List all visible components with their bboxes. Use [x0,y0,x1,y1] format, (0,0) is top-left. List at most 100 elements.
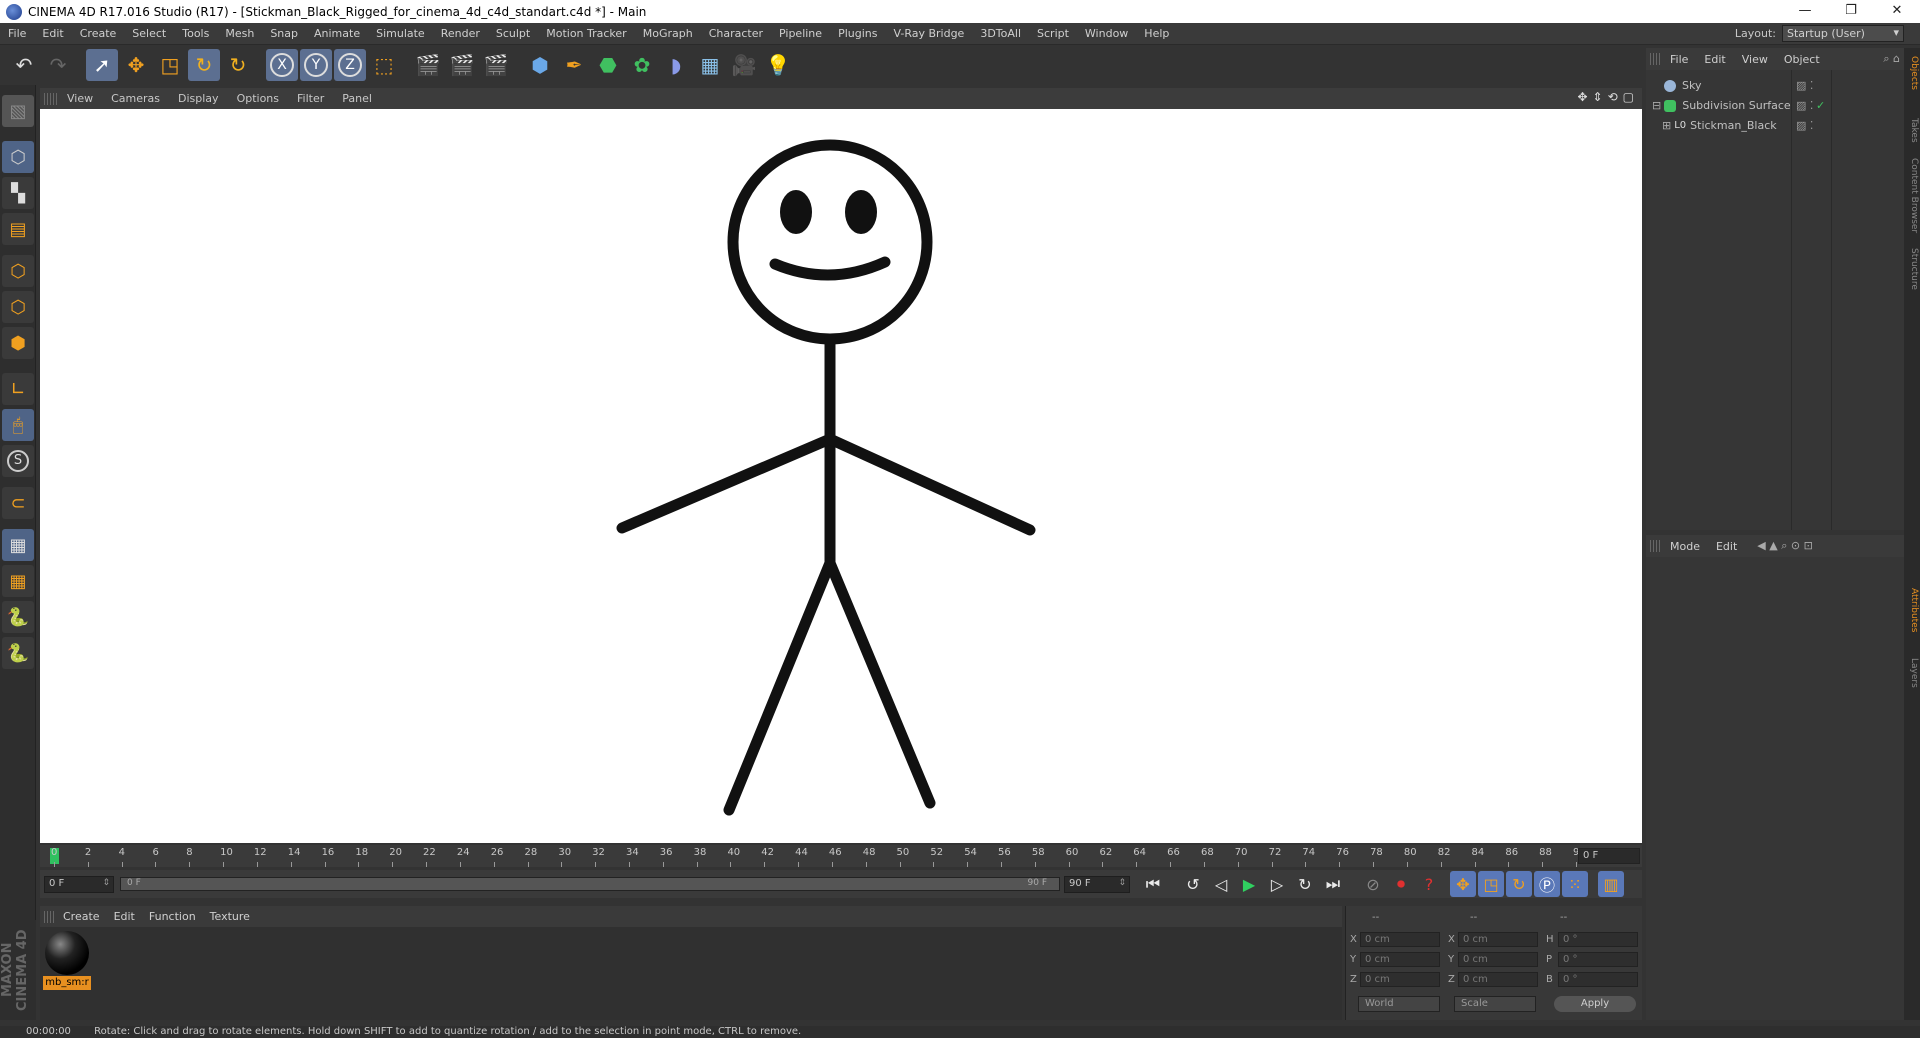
menu-create[interactable]: Create [72,27,125,40]
apply-button[interactable]: Apply [1554,996,1636,1012]
rot-b-field[interactable]: 0 ° [1558,972,1638,987]
solo-layer-button[interactable]: ▦ [2,529,34,561]
menu-3dtoall[interactable]: 3DToAll [972,27,1029,40]
menu-window[interactable]: Window [1077,27,1136,40]
key-rotation-button[interactable]: ↻ [1506,871,1532,897]
attribute-nav-icons[interactable]: ◀ ▲ ⌕ ⊙ ⊡ [1757,539,1813,553]
make-editable-button[interactable]: ▧ [2,95,34,127]
key-scale-button[interactable]: ◳ [1478,871,1504,897]
size-z-field[interactable]: 0 cm [1458,972,1538,987]
layout-dropdown[interactable]: Startup (User) [1782,25,1904,42]
object-menu-file[interactable]: File [1662,53,1696,66]
next-key-button[interactable]: ↻ [1292,871,1318,897]
light-button[interactable]: 💡 [762,49,794,81]
current-frame-field[interactable]: 0 F [1578,848,1640,864]
axis-mode-button[interactable]: ∟ [2,373,34,405]
go-to-start-button[interactable]: ⏮ [1140,871,1166,897]
key-pla-button[interactable]: ⁙ [1562,871,1588,897]
menu-help[interactable]: Help [1136,27,1177,40]
edges-mode-button[interactable]: ⬡ [2,291,34,323]
timeline-ruler[interactable]: 0 2 4 6 8 10 12 14 16 18 20 22 24 26 28 30 32 34 36 38 40 42 4… [40,845,1642,867]
floor-button[interactable]: ▦ [694,49,726,81]
render-to-picture-viewer-button[interactable]: 🎬 [446,49,478,81]
menu-simulate[interactable]: Simulate [368,27,433,40]
points-mode-button[interactable]: ⬡ [2,255,34,287]
play-button[interactable]: ▶ [1236,871,1262,897]
viewport-menu-filter[interactable]: Filter [288,92,333,105]
size-x-field[interactable]: 0 cm [1458,932,1538,947]
menu-render[interactable]: Render [433,27,488,40]
object-menu-edit[interactable]: Edit [1696,53,1733,66]
menu-mesh[interactable]: Mesh [217,27,262,40]
deformer-button[interactable]: ◗ [660,49,692,81]
menu-pipeline[interactable]: Pipeline [771,27,830,40]
undo-button[interactable]: ↶ [8,49,40,81]
rot-p-field[interactable]: 0 ° [1558,952,1638,967]
viewport-solo-button[interactable]: ▦ [2,565,34,597]
render-view-button[interactable]: 🎬 [412,49,444,81]
visibility-dots-icon[interactable]: ▨ ⁚ [1796,99,1813,112]
tab-content-browser[interactable]: Content Browser [1905,158,1919,233]
object-row-sky[interactable]: Sky ▨ ⁚ [1646,76,1904,95]
size-y-field[interactable]: 0 cm [1458,952,1538,967]
expand-icon[interactable]: ⊞ [1662,119,1671,132]
previous-frame-button[interactable]: ◁ [1208,871,1234,897]
python-script-2-button[interactable]: 🐍 [2,637,34,669]
key-parameter-button[interactable]: Ⓟ [1534,871,1560,897]
go-to-end-button[interactable]: ⏭ [1320,871,1346,897]
viewport-menu-view[interactable]: View [58,92,102,105]
menu-character[interactable]: Character [701,27,771,40]
menu-edit[interactable]: Edit [34,27,71,40]
material-menu-edit[interactable]: Edit [107,910,142,923]
attribute-menu-edit[interactable]: Edit [1708,540,1745,553]
menu-file[interactable]: File [0,27,34,40]
record-keys-button[interactable]: ⊘ [1360,871,1386,897]
x-axis-button[interactable]: X [266,49,298,81]
viewport-menu-panel[interactable]: Panel [333,92,381,105]
visibility-dots-icon[interactable]: ▨ ⁚ [1796,79,1813,92]
workplane-mode-button[interactable]: ▤ [2,213,34,245]
tab-layers[interactable]: Layers [1905,658,1919,688]
object-menu-object[interactable]: Object [1776,53,1828,66]
menu-tools[interactable]: Tools [174,27,217,40]
tweak-mode-button[interactable]: 🖱 [2,409,34,441]
dolly-icon[interactable]: ⇕ [1593,90,1603,104]
scale-tool-button[interactable]: ◳ [154,49,186,81]
maximize-view-icon[interactable]: ▢ [1623,90,1634,104]
rot-h-field[interactable]: 0 ° [1558,932,1638,947]
viewport-menu-options[interactable]: Options [228,92,288,105]
minimize-button[interactable]: — [1782,0,1828,23]
enabled-check-icon[interactable]: ✓ [1816,99,1825,112]
coordinate-space-dropdown[interactable]: World [1358,996,1440,1012]
tab-takes[interactable]: Takes [1905,118,1919,143]
polygons-mode-button[interactable]: ⬢ [2,327,34,359]
material-menu-create[interactable]: Create [56,910,107,923]
menu-animate[interactable]: Animate [306,27,368,40]
z-axis-button[interactable]: Z [334,49,366,81]
render-settings-button[interactable]: 🎬 [480,49,512,81]
pos-y-field[interactable]: 0 cm [1360,952,1440,967]
auto-keying-button[interactable]: ⏺ [1388,871,1414,897]
expand-icon[interactable]: ⊟ [1652,99,1661,112]
menu-script[interactable]: Script [1029,27,1077,40]
viewport-menu-display[interactable]: Display [169,92,228,105]
live-selection-button[interactable]: ➚ [86,49,118,81]
viewport-menu-cameras[interactable]: Cameras [102,92,169,105]
subdivision-surface-button[interactable]: ⬣ [592,49,624,81]
cube-primitive-button[interactable]: ⬢ [524,49,556,81]
menu-sculpt[interactable]: Sculpt [488,27,538,40]
mograph-cloner-button[interactable]: ✿ [626,49,658,81]
end-frame-field[interactable]: 90 F [1064,875,1130,893]
timeline-window-button[interactable]: ▥ [1598,871,1624,897]
material-name[interactable]: mb_sm:r [43,976,91,990]
pos-x-field[interactable]: 0 cm [1360,932,1440,947]
material-menu-function[interactable]: Function [142,910,203,923]
material-menu-texture[interactable]: Texture [203,910,257,923]
y-axis-button[interactable]: Y [300,49,332,81]
camera-button[interactable]: 🎥 [728,49,760,81]
key-position-button[interactable]: ✥ [1450,871,1476,897]
start-frame-field[interactable]: 0 F [44,875,114,893]
menu-mograph[interactable]: MoGraph [635,27,701,40]
menu-select[interactable]: Select [124,27,174,40]
orbit-icon[interactable]: ⟲ [1608,90,1618,104]
